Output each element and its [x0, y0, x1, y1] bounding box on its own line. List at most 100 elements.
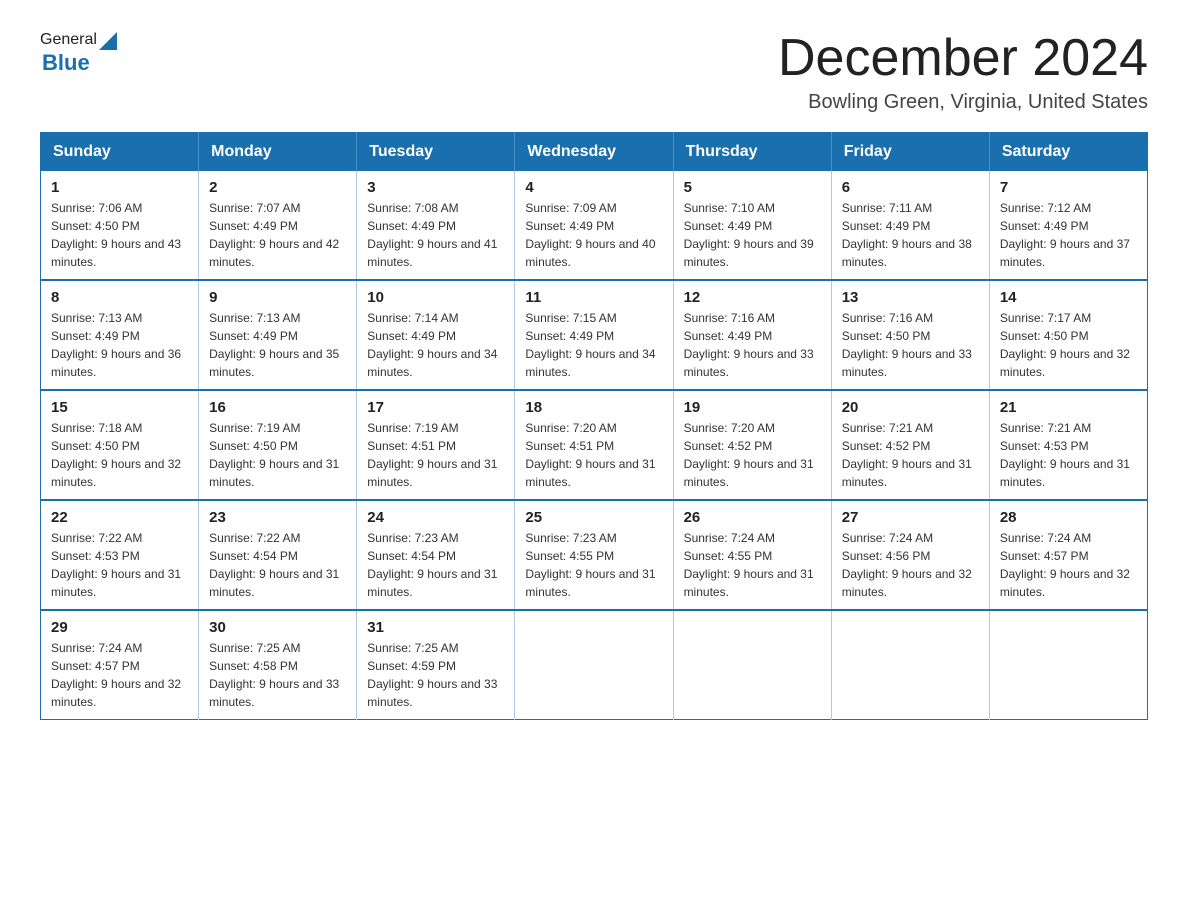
day-info: Sunrise: 7:07 AMSunset: 4:49 PMDaylight:…: [209, 199, 346, 271]
calendar-cell: 26 Sunrise: 7:24 AMSunset: 4:55 PMDaylig…: [673, 500, 831, 610]
calendar-cell: [515, 610, 673, 720]
calendar-cell: 8 Sunrise: 7:13 AMSunset: 4:49 PMDayligh…: [41, 280, 199, 390]
day-info: Sunrise: 7:08 AMSunset: 4:49 PMDaylight:…: [367, 199, 504, 271]
day-info: Sunrise: 7:14 AMSunset: 4:49 PMDaylight:…: [367, 309, 504, 381]
weekday-header-row: SundayMondayTuesdayWednesdayThursdayFrid…: [41, 133, 1148, 172]
day-info: Sunrise: 7:22 AMSunset: 4:53 PMDaylight:…: [51, 529, 188, 601]
day-number: 7: [1000, 179, 1137, 196]
weekday-header-thursday: Thursday: [673, 133, 831, 172]
calendar-cell: 6 Sunrise: 7:11 AMSunset: 4:49 PMDayligh…: [831, 171, 989, 280]
weekday-header-monday: Monday: [199, 133, 357, 172]
day-number: 12: [684, 289, 821, 306]
calendar-cell: 15 Sunrise: 7:18 AMSunset: 4:50 PMDaylig…: [41, 390, 199, 500]
day-number: 24: [367, 509, 504, 526]
calendar-cell: 16 Sunrise: 7:19 AMSunset: 4:50 PMDaylig…: [199, 390, 357, 500]
logo-blue-text: Blue: [42, 50, 90, 75]
day-info: Sunrise: 7:19 AMSunset: 4:51 PMDaylight:…: [367, 419, 504, 491]
day-info: Sunrise: 7:12 AMSunset: 4:49 PMDaylight:…: [1000, 199, 1137, 271]
logo-triangle-icon: [99, 30, 117, 50]
day-number: 4: [525, 179, 662, 196]
day-info: Sunrise: 7:19 AMSunset: 4:50 PMDaylight:…: [209, 419, 346, 491]
day-info: Sunrise: 7:16 AMSunset: 4:50 PMDaylight:…: [842, 309, 979, 381]
calendar-cell: 1 Sunrise: 7:06 AMSunset: 4:50 PMDayligh…: [41, 171, 199, 280]
calendar-cell: 10 Sunrise: 7:14 AMSunset: 4:49 PMDaylig…: [357, 280, 515, 390]
calendar-cell: 28 Sunrise: 7:24 AMSunset: 4:57 PMDaylig…: [989, 500, 1147, 610]
page-header: General Blue December 2024 Bowling Green…: [40, 30, 1148, 114]
calendar-table: SundayMondayTuesdayWednesdayThursdayFrid…: [40, 132, 1148, 720]
calendar-cell: 17 Sunrise: 7:19 AMSunset: 4:51 PMDaylig…: [357, 390, 515, 500]
calendar-cell: [673, 610, 831, 720]
day-info: Sunrise: 7:25 AMSunset: 4:58 PMDaylight:…: [209, 639, 346, 711]
day-info: Sunrise: 7:13 AMSunset: 4:49 PMDaylight:…: [209, 309, 346, 381]
day-info: Sunrise: 7:25 AMSunset: 4:59 PMDaylight:…: [367, 639, 504, 711]
calendar-cell: 3 Sunrise: 7:08 AMSunset: 4:49 PMDayligh…: [357, 171, 515, 280]
day-info: Sunrise: 7:22 AMSunset: 4:54 PMDaylight:…: [209, 529, 346, 601]
weekday-header-friday: Friday: [831, 133, 989, 172]
logo: General: [40, 30, 117, 50]
title-area: December 2024 Bowling Green, Virginia, U…: [778, 30, 1148, 114]
day-info: Sunrise: 7:21 AMSunset: 4:53 PMDaylight:…: [1000, 419, 1137, 491]
day-number: 21: [1000, 399, 1137, 416]
day-number: 17: [367, 399, 504, 416]
day-info: Sunrise: 7:20 AMSunset: 4:51 PMDaylight:…: [525, 419, 662, 491]
day-number: 26: [684, 509, 821, 526]
calendar-cell: 7 Sunrise: 7:12 AMSunset: 4:49 PMDayligh…: [989, 171, 1147, 280]
calendar-cell: [989, 610, 1147, 720]
day-number: 31: [367, 619, 504, 636]
day-number: 29: [51, 619, 188, 636]
day-number: 25: [525, 509, 662, 526]
day-info: Sunrise: 7:23 AMSunset: 4:54 PMDaylight:…: [367, 529, 504, 601]
calendar-cell: 13 Sunrise: 7:16 AMSunset: 4:50 PMDaylig…: [831, 280, 989, 390]
calendar-cell: 21 Sunrise: 7:21 AMSunset: 4:53 PMDaylig…: [989, 390, 1147, 500]
calendar-cell: 2 Sunrise: 7:07 AMSunset: 4:49 PMDayligh…: [199, 171, 357, 280]
day-info: Sunrise: 7:21 AMSunset: 4:52 PMDaylight:…: [842, 419, 979, 491]
day-number: 5: [684, 179, 821, 196]
weekday-header-tuesday: Tuesday: [357, 133, 515, 172]
day-info: Sunrise: 7:18 AMSunset: 4:50 PMDaylight:…: [51, 419, 188, 491]
day-number: 18: [525, 399, 662, 416]
day-number: 30: [209, 619, 346, 636]
calendar-week-row: 1 Sunrise: 7:06 AMSunset: 4:50 PMDayligh…: [41, 171, 1148, 280]
weekday-header-wednesday: Wednesday: [515, 133, 673, 172]
calendar-cell: 4 Sunrise: 7:09 AMSunset: 4:49 PMDayligh…: [515, 171, 673, 280]
day-info: Sunrise: 7:24 AMSunset: 4:57 PMDaylight:…: [1000, 529, 1137, 601]
day-number: 20: [842, 399, 979, 416]
day-number: 9: [209, 289, 346, 306]
day-info: Sunrise: 7:20 AMSunset: 4:52 PMDaylight:…: [684, 419, 821, 491]
day-number: 15: [51, 399, 188, 416]
logo-general-text: General: [40, 31, 97, 49]
day-number: 19: [684, 399, 821, 416]
calendar-cell: 11 Sunrise: 7:15 AMSunset: 4:49 PMDaylig…: [515, 280, 673, 390]
calendar-cell: 14 Sunrise: 7:17 AMSunset: 4:50 PMDaylig…: [989, 280, 1147, 390]
day-number: 10: [367, 289, 504, 306]
day-info: Sunrise: 7:24 AMSunset: 4:57 PMDaylight:…: [51, 639, 188, 711]
day-info: Sunrise: 7:24 AMSunset: 4:56 PMDaylight:…: [842, 529, 979, 601]
day-number: 23: [209, 509, 346, 526]
day-number: 28: [1000, 509, 1137, 526]
day-number: 2: [209, 179, 346, 196]
calendar-cell: 9 Sunrise: 7:13 AMSunset: 4:49 PMDayligh…: [199, 280, 357, 390]
day-info: Sunrise: 7:15 AMSunset: 4:49 PMDaylight:…: [525, 309, 662, 381]
month-title: December 2024: [778, 30, 1148, 87]
calendar-week-row: 22 Sunrise: 7:22 AMSunset: 4:53 PMDaylig…: [41, 500, 1148, 610]
day-number: 27: [842, 509, 979, 526]
day-number: 14: [1000, 289, 1137, 306]
calendar-cell: 30 Sunrise: 7:25 AMSunset: 4:58 PMDaylig…: [199, 610, 357, 720]
calendar-cell: 25 Sunrise: 7:23 AMSunset: 4:55 PMDaylig…: [515, 500, 673, 610]
day-number: 22: [51, 509, 188, 526]
day-info: Sunrise: 7:09 AMSunset: 4:49 PMDaylight:…: [525, 199, 662, 271]
day-info: Sunrise: 7:17 AMSunset: 4:50 PMDaylight:…: [1000, 309, 1137, 381]
day-number: 11: [525, 289, 662, 306]
day-number: 13: [842, 289, 979, 306]
day-number: 6: [842, 179, 979, 196]
calendar-cell: 22 Sunrise: 7:22 AMSunset: 4:53 PMDaylig…: [41, 500, 199, 610]
day-number: 3: [367, 179, 504, 196]
calendar-cell: 23 Sunrise: 7:22 AMSunset: 4:54 PMDaylig…: [199, 500, 357, 610]
logo-blue-row: Blue: [40, 50, 90, 76]
day-number: 1: [51, 179, 188, 196]
calendar-cell: 12 Sunrise: 7:16 AMSunset: 4:49 PMDaylig…: [673, 280, 831, 390]
calendar-week-row: 29 Sunrise: 7:24 AMSunset: 4:57 PMDaylig…: [41, 610, 1148, 720]
day-info: Sunrise: 7:23 AMSunset: 4:55 PMDaylight:…: [525, 529, 662, 601]
location-subtitle: Bowling Green, Virginia, United States: [778, 91, 1148, 114]
day-info: Sunrise: 7:10 AMSunset: 4:49 PMDaylight:…: [684, 199, 821, 271]
